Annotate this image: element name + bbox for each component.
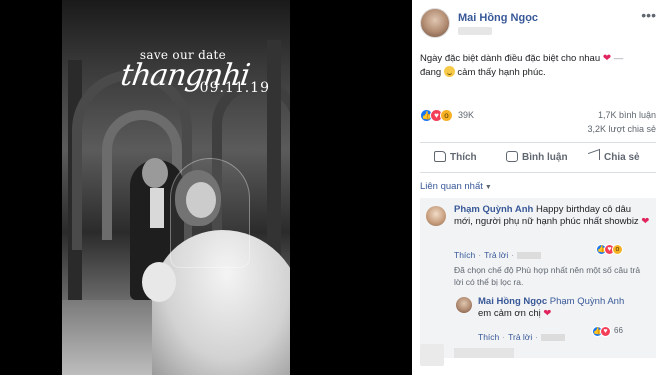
ellipsis-icon[interactable]: ••• (641, 8, 656, 22)
post-header: Mai Hồng Ngọc ••• (420, 8, 656, 38)
post-status: Ngày đặc biệt dành điều đặc biệt cho nha… (420, 52, 656, 80)
photo-overlay-date: 09.11.19 (199, 80, 270, 96)
heart-icon: ❤ (602, 53, 612, 64)
reaction-count: 39K (458, 110, 475, 120)
reply-text: em cảm ơn chị (478, 308, 541, 319)
comment-like-link[interactable]: Thích (454, 250, 475, 260)
status-dash: — (613, 53, 624, 64)
groom-shirt (150, 188, 164, 228)
avatar[interactable] (420, 8, 450, 38)
post-panel: Mai Hồng Ngọc ••• Ngày đặc biệt dành điề… (412, 0, 660, 375)
separator: · (511, 250, 515, 260)
reply-bubble: Mai Hồng Ngọc Phạm Quỳnh Anh em cảm ơn c… (478, 296, 648, 320)
like-label: Thích (450, 152, 477, 163)
feeling-text: cảm thấy hạnh phúc. (457, 67, 546, 78)
filter-notice: Đã chọn chế độ Phù hợp nhất nên một số c… (454, 265, 641, 287)
comment-time-blurred (517, 252, 542, 259)
comment-count[interactable]: 1,7K bình luận (598, 110, 656, 120)
comments-section: Phạm Quỳnh Anh Happy birthday cô dâu mới… (420, 198, 656, 358)
love-reaction-icon: ♥ (600, 326, 611, 337)
comment-button[interactable]: Bình luận (506, 150, 568, 166)
thumbs-up-icon (434, 151, 446, 162)
caret-down-icon: ▼ (484, 184, 492, 191)
status-text: Ngày đặc biệt dành điều đặc biệt cho nha… (420, 53, 601, 64)
smile-icon (443, 66, 455, 77)
bouquet (142, 262, 176, 302)
like-button[interactable]: Thích (434, 150, 477, 166)
comment-icon (506, 151, 518, 162)
photo-viewer: save our date thangnhi 09.11.19 (0, 0, 412, 375)
bride-veil (170, 158, 250, 268)
share-button[interactable]: Chia sẻ (588, 148, 640, 166)
filter-label: Liên quan nhất (420, 181, 483, 192)
comment-label: Bình luận (522, 152, 568, 163)
comment-actions: Thích · Trả lời · (454, 250, 542, 260)
heart-icon: ❤ (543, 308, 552, 319)
commenter-name[interactable]: Phạm Quỳnh Anh (454, 204, 533, 215)
tagged-name[interactable]: Phạm Quỳnh Anh (550, 296, 624, 307)
replier-name[interactable]: Mai Hồng Ngọc (478, 296, 547, 307)
avatar[interactable] (426, 206, 446, 226)
next-comment-blurred (420, 340, 540, 368)
reply-time-blurred (541, 334, 566, 341)
comment-filter-dropdown[interactable]: Liên quan nhất ▼ (420, 181, 492, 192)
avatar (420, 344, 444, 366)
divider (420, 142, 656, 143)
heart-icon: ❤ (641, 216, 650, 227)
avatar[interactable] (456, 297, 472, 313)
post-actions: Thích Bình luận Chia sẻ (420, 148, 656, 168)
share-count[interactable]: 3,2K lượt chia sẻ (588, 124, 656, 134)
haha-reaction-icon: o (612, 244, 623, 255)
wow-reaction-icon: o (440, 109, 453, 122)
reply-reaction-count: 66 (614, 326, 623, 335)
comment-bubble: Phạm Quỳnh Anh Happy birthday cô dâu mới… (454, 204, 650, 228)
author-name[interactable]: Mai Hồng Ngọc (458, 12, 538, 24)
feeling-prefix: đang (420, 67, 442, 78)
comment-reply-link[interactable]: Trả lời (484, 250, 508, 260)
separator: · (478, 250, 482, 260)
blurred-text (454, 348, 514, 358)
share-arrow-icon (588, 148, 600, 165)
groom-head (142, 158, 168, 188)
share-label: Chia sẻ (604, 152, 640, 163)
divider (420, 172, 656, 173)
post-meta-blurred (458, 27, 492, 35)
